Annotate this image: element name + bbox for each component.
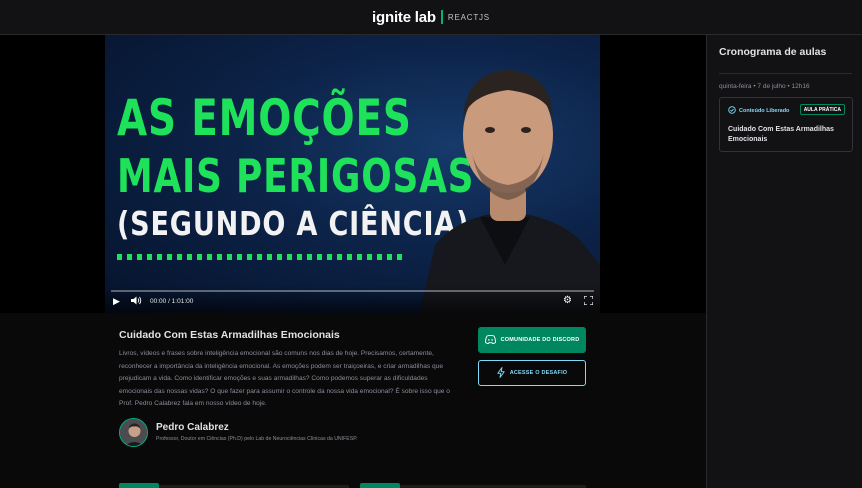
discord-button[interactable]: COMUNIDADE DO DISCORD <box>478 327 586 353</box>
sidebar-lesson-title: Cuidado Com Estas Armadilhas Emocionais <box>728 126 834 144</box>
lesson-type-badge: AULA PRÁTICA <box>799 104 845 115</box>
settings-icon[interactable]: ⚙ <box>563 295 572 306</box>
check-circle-icon <box>728 106 736 116</box>
sidebar-divider <box>719 73 852 74</box>
logo-text: ignite lab <box>372 8 436 26</box>
fullscreen-icon[interactable] <box>583 295 594 307</box>
sidebar-title: Cronograma de aulas <box>719 46 827 58</box>
teacher-name: Pedro Calabrez <box>156 422 229 433</box>
teacher-bio: Professor, Doutor em Ciências (Ph.D) pel… <box>156 436 358 442</box>
video-area: AS EMOÇÕES MAIS PERIGOSAS (SEGUNDO A CIÊ… <box>0 35 706 313</box>
logo[interactable]: ignite lab REACTJS <box>372 9 490 26</box>
lesson-status: Conteúdo Liberado <box>728 106 789 116</box>
challenge-button-label: ACESSE O DESAFIO <box>509 370 568 376</box>
bottom-card-stub <box>119 483 159 488</box>
lesson-description: Livros, vídeos e frases sobre inteligênc… <box>119 350 450 408</box>
discord-button-label: COMUNIDADE DO DISCORD <box>500 337 580 343</box>
presenter-image <box>420 70 600 313</box>
thumbnail-line-1: AS EMOÇÕES <box>117 89 412 147</box>
lesson-title: Cuidado Com Estas Armadilhas Emocionais <box>119 329 340 341</box>
discord-icon <box>484 334 496 346</box>
logo-subtitle: REACTJS <box>447 12 490 22</box>
progress-bar[interactable] <box>111 290 594 292</box>
volume-icon[interactable] <box>131 296 142 307</box>
sidebar-lesson-card[interactable]: Conteúdo Liberado AULA PRÁTICA Cuidado C… <box>719 97 853 152</box>
play-icon[interactable]: ▶ <box>113 296 120 307</box>
video-controls: ▶ 00:00 / 1:01:00 ⚙ <box>105 285 600 313</box>
lesson-status-label: Conteúdo Liberado <box>739 108 790 114</box>
header: ignite lab REACTJS <box>0 0 862 35</box>
logo-divider <box>440 10 443 24</box>
avatar <box>119 418 148 447</box>
lesson-date: quinta-feira • 7 de julho • 12h16 <box>719 83 810 90</box>
bottom-card-stub <box>360 483 400 488</box>
video-time: 00:00 / 1:01:00 <box>150 298 194 305</box>
thumbnail-dots <box>117 254 405 260</box>
challenge-button[interactable]: ACESSE O DESAFIO <box>478 360 586 386</box>
video-player[interactable]: AS EMOÇÕES MAIS PERIGOSAS (SEGUNDO A CIÊ… <box>105 35 600 313</box>
lightning-icon <box>497 366 505 380</box>
sidebar: Cronograma de aulas quinta-feira • 7 de … <box>706 35 862 488</box>
